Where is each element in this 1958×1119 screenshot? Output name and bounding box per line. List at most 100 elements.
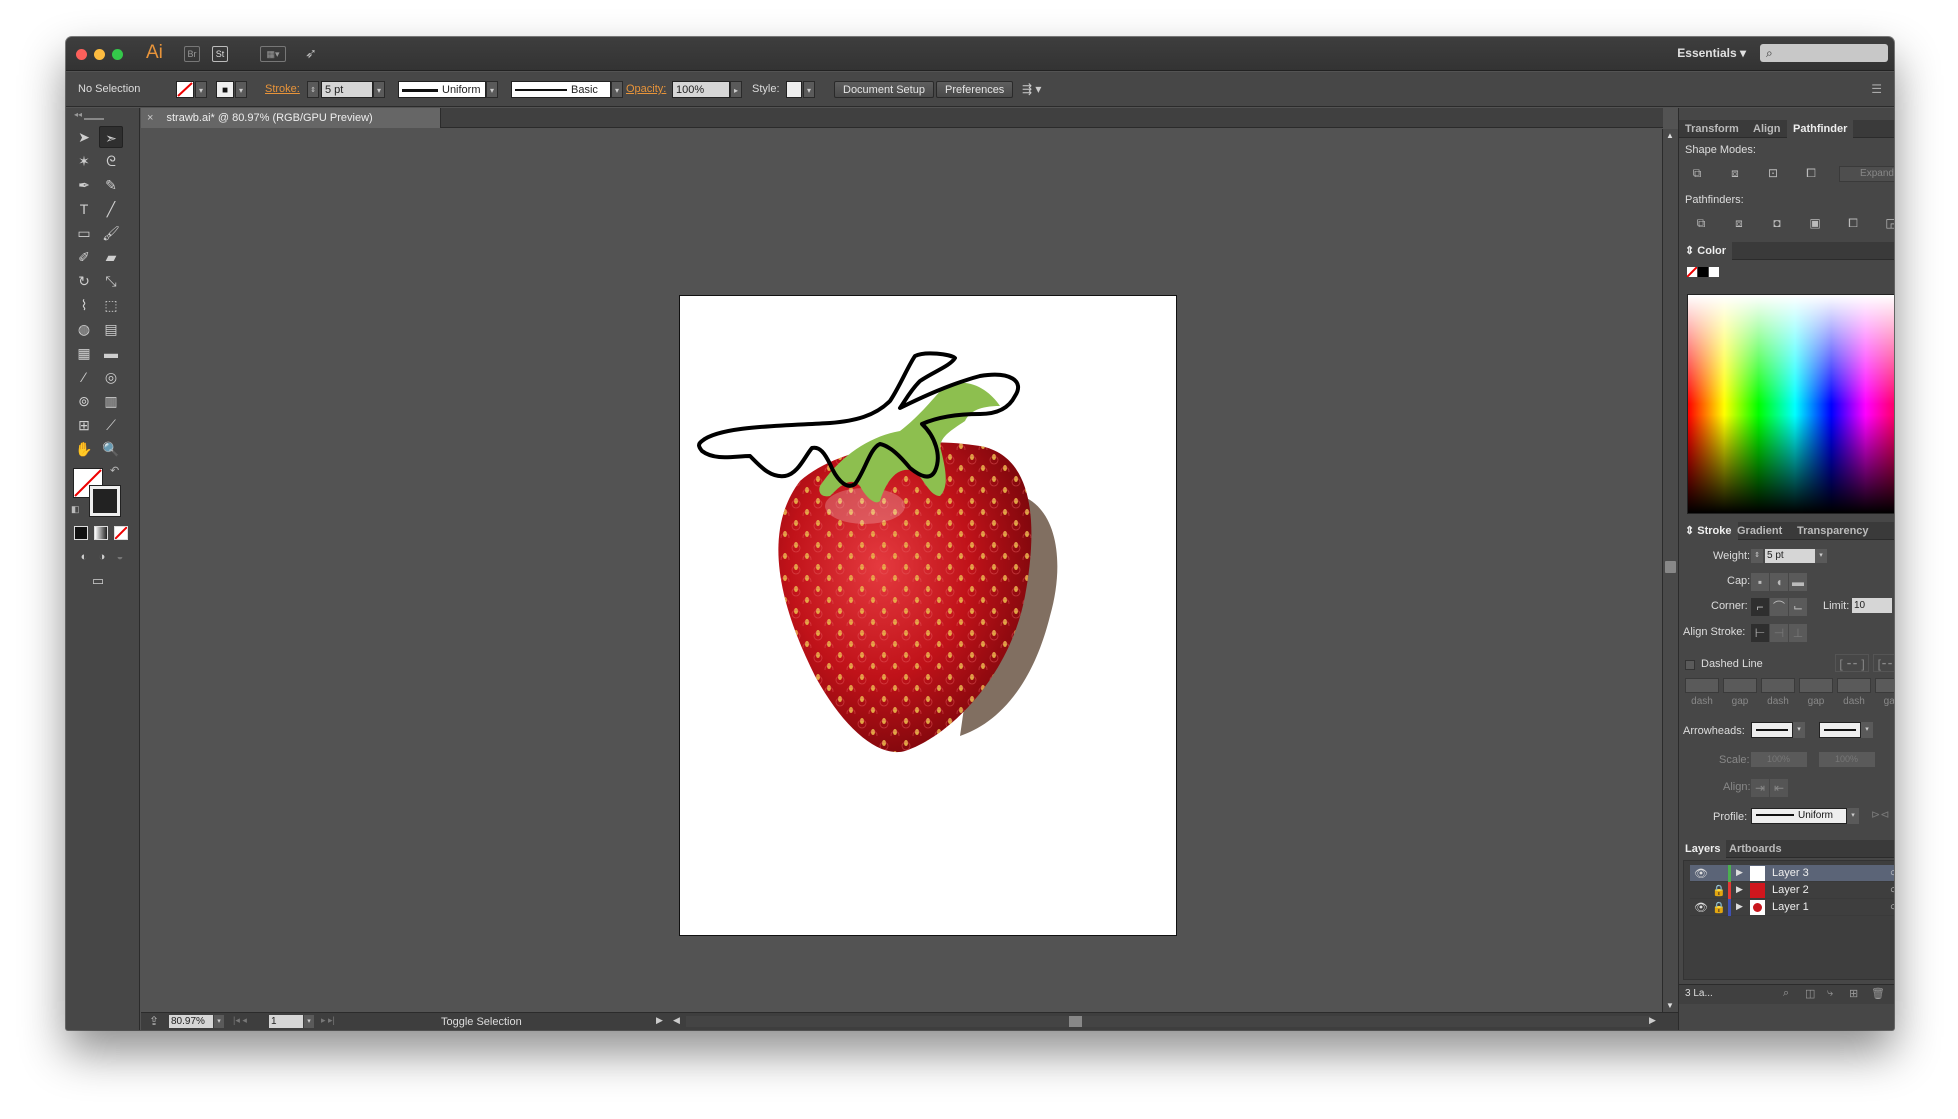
minus-back-icon[interactable]: ◲ — [1879, 214, 1894, 232]
start-scale-field[interactable]: 100% — [1751, 752, 1807, 767]
tab-align[interactable]: Align — [1747, 120, 1787, 138]
expand-layer-icon[interactable]: ▶ — [1736, 884, 1743, 895]
color-spectrum[interactable] — [1687, 294, 1894, 514]
tab-pathfinder[interactable]: Pathfinder — [1787, 120, 1854, 138]
blend-tool-icon[interactable]: ◎ — [99, 366, 123, 388]
shaper-tool-icon[interactable]: ✐ — [72, 246, 96, 268]
scroll-right-icon[interactable]: ▶ — [1649, 1015, 1656, 1026]
document-tab[interactable]: × strawb.ai* @ 80.97% (RGB/GPU Preview) — [141, 108, 441, 128]
slice-tool-icon[interactable]: ⟋ — [99, 414, 123, 436]
preferences-button[interactable]: Preferences — [936, 81, 1014, 98]
tab-gradient[interactable]: Gradient — [1731, 522, 1788, 540]
gradient-mode-button[interactable] — [94, 526, 108, 540]
tab-transform[interactable]: Transform — [1679, 120, 1745, 138]
tools-grip[interactable] — [84, 118, 104, 120]
crop-icon[interactable]: ▣ — [1803, 214, 1827, 232]
zoom-dropdown[interactable]: ▾ — [214, 1015, 224, 1028]
variable-width-profile[interactable]: Uniform — [398, 81, 486, 98]
width-tool-icon[interactable]: ⌇ — [72, 294, 96, 316]
scroll-down-icon[interactable]: ▼ — [1666, 1001, 1674, 1010]
butt-cap-icon[interactable]: ▪ — [1751, 573, 1769, 591]
layer-name[interactable]: Layer 3 — [1772, 867, 1809, 879]
target-icon[interactable]: ○ — [1890, 901, 1894, 913]
stroke-weight-dropdown[interactable]: ▾ — [373, 81, 385, 98]
opacity-label[interactable]: Opacity: — [626, 81, 666, 98]
graphic-style-dropdown[interactable]: ▾ — [803, 81, 815, 98]
document-setup-button[interactable]: Document Setup — [834, 81, 934, 98]
close-document-icon[interactable]: × — [147, 112, 153, 124]
weight-stepper[interactable]: ⇕ — [1751, 549, 1763, 563]
end-arrowhead-dropdown[interactable]: ▾ — [1861, 722, 1873, 738]
stroke-label[interactable]: Stroke: — [265, 81, 300, 98]
layer-row[interactable]: 👁 ▶ Layer 3 ○ — [1690, 865, 1894, 882]
symbol-sprayer-tool-icon[interactable]: ⊚ — [72, 390, 96, 412]
gpu-performance-icon[interactable]: ➶ — [302, 46, 320, 62]
lasso-tool-icon[interactable]: ᘓ — [99, 150, 123, 172]
collapse-tools-icon[interactable]: ◂◂ — [74, 110, 82, 119]
mesh-tool-icon[interactable]: ▦ — [72, 342, 96, 364]
round-join-icon[interactable]: ⌒ — [1770, 598, 1788, 616]
align-center-icon[interactable]: ⊢ — [1751, 624, 1769, 642]
magic-wand-tool-icon[interactable]: ✶ — [72, 150, 96, 172]
search-input[interactable]: ⌕ — [1760, 44, 1888, 62]
round-cap-icon[interactable]: ◖ — [1770, 573, 1788, 591]
gap-field-3[interactable] — [1875, 678, 1894, 693]
delete-layer-icon[interactable]: 🗑 — [1871, 987, 1885, 1000]
miter-join-icon[interactable]: ⌐ — [1751, 598, 1769, 616]
vertical-scrollbar[interactable]: ▲ ▼ — [1662, 129, 1678, 1012]
bridge-button[interactable]: Br — [184, 46, 200, 62]
tab-layers[interactable]: Layers — [1679, 840, 1727, 858]
none-swatch[interactable] — [1686, 266, 1698, 278]
hand-tool-icon[interactable]: ✋ — [72, 438, 96, 460]
target-icon[interactable]: ○ — [1890, 884, 1894, 896]
gradient-tool-icon[interactable]: ▬ — [99, 342, 123, 364]
stroke-swatch[interactable]: ■ — [216, 81, 234, 98]
arrange-documents-icon[interactable]: ▦▾ — [260, 46, 286, 62]
profile-dropdown[interactable]: ▾ — [486, 81, 498, 98]
unite-icon[interactable]: ⧉ — [1685, 164, 1709, 182]
place-arrow-icon[interactable]: ⇤ — [1770, 779, 1788, 797]
fill-swatch[interactable] — [176, 81, 194, 98]
brush-definition[interactable]: Basic — [511, 81, 611, 98]
none-mode-button[interactable] — [114, 526, 128, 540]
end-arrowhead-select[interactable] — [1819, 722, 1861, 738]
artboard[interactable] — [679, 295, 1177, 936]
width-profile-select[interactable]: Uniform — [1751, 808, 1847, 824]
status-menu-icon[interactable]: ▶ — [656, 1015, 663, 1026]
width-profile-dropdown[interactable]: ▾ — [1847, 808, 1859, 824]
bevel-join-icon[interactable]: ⌙ — [1789, 598, 1807, 616]
stroke-weight-stepper[interactable]: ⇕ — [307, 81, 319, 98]
shape-builder-tool-icon[interactable]: ◍ — [72, 318, 96, 340]
eraser-tool-icon[interactable]: ▰ — [99, 246, 123, 268]
align-inside-icon[interactable]: ⊣ — [1770, 624, 1788, 642]
opacity-dropdown[interactable]: ▸ — [730, 81, 742, 98]
paintbrush-tool-icon[interactable]: 🖌 — [99, 222, 123, 244]
expand-button[interactable]: Expand — [1839, 166, 1894, 182]
expand-layer-icon[interactable]: ▶ — [1736, 901, 1743, 912]
scroll-up-icon[interactable]: ▲ — [1666, 131, 1674, 140]
default-fill-stroke-icon[interactable]: ◧ — [71, 504, 80, 515]
eyedropper-tool-icon[interactable]: ⁄ — [72, 366, 96, 388]
layer-row[interactable]: 👁 🔒 ▶ Layer 1 ○ — [1690, 899, 1894, 916]
projecting-cap-icon[interactable]: ▬ — [1789, 573, 1807, 591]
start-arrowhead-dropdown[interactable]: ▾ — [1793, 722, 1805, 738]
graphic-style-swatch[interactable] — [786, 81, 802, 98]
artboard-dropdown[interactable]: ▾ — [304, 1015, 314, 1028]
arrange-options-icon[interactable]: ⇶ ▾ — [1022, 81, 1041, 98]
weight-dropdown[interactable]: ▾ — [1815, 549, 1827, 563]
brush-dropdown[interactable]: ▾ — [611, 81, 623, 98]
start-arrowhead-select[interactable] — [1751, 722, 1793, 738]
layer-row[interactable]: 🔒 ▶ Layer 2 ○ — [1690, 882, 1894, 899]
first-artboard-icon[interactable]: |◂ ◂ — [233, 1015, 247, 1026]
layer-name[interactable]: Layer 1 — [1772, 901, 1809, 913]
column-graph-tool-icon[interactable]: ▥ — [99, 390, 123, 412]
pen-tool-icon[interactable]: ✒ — [72, 174, 96, 196]
share-icon[interactable]: ⇪ — [149, 1014, 159, 1028]
free-transform-tool-icon[interactable]: ⬚ — [99, 294, 123, 316]
scroll-left-icon[interactable]: ◀ — [673, 1015, 680, 1026]
gap-field-2[interactable] — [1799, 678, 1833, 693]
canvas-area[interactable] — [141, 129, 1662, 1012]
minimize-window-button[interactable] — [94, 49, 105, 60]
trim-icon[interactable]: ⧈ — [1727, 214, 1751, 232]
perspective-grid-tool-icon[interactable]: ▤ — [99, 318, 123, 340]
